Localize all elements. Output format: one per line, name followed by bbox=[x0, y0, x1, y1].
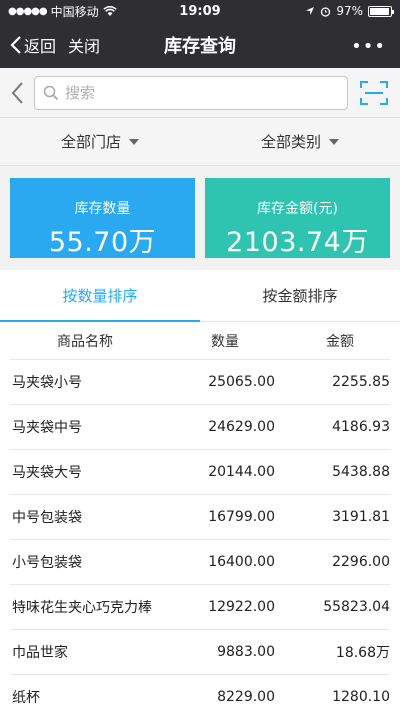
battery-percent: 97% bbox=[336, 4, 363, 18]
table-row[interactable]: 特味花生夹心巧克力棒 12922.00 55823.04 bbox=[10, 585, 390, 630]
product-name: 小号包装袋 bbox=[12, 555, 82, 571]
table-row[interactable]: 马夹袋中号 24629.00 4186.93 bbox=[10, 405, 390, 450]
product-quantity: 8229.00 bbox=[217, 689, 275, 705]
amount-value: 2103.74万 bbox=[226, 227, 369, 258]
table-row[interactable]: 中号包装袋 16799.00 3191.81 bbox=[10, 495, 390, 540]
signal-icon: ●●●●● bbox=[8, 5, 48, 17]
tab-sort-by-amount[interactable]: 按金额排序 bbox=[200, 270, 400, 321]
back-label: 返回 bbox=[24, 37, 57, 56]
product-quantity: 16799.00 bbox=[208, 509, 275, 525]
battery-fill bbox=[370, 7, 390, 15]
product-amount: 4186.93 bbox=[332, 419, 390, 435]
caret-down-icon bbox=[329, 138, 339, 145]
product-amount: 1280.10 bbox=[332, 689, 390, 705]
product-amount: 2255.85 bbox=[332, 374, 390, 390]
store-filter-dropdown[interactable]: 全部门店 bbox=[0, 118, 200, 165]
header-amount: 金额 bbox=[326, 333, 354, 350]
product-name: 纸杯 bbox=[12, 690, 40, 706]
product-name: 巾品世家 bbox=[12, 645, 68, 661]
summary-cards: 库存数量 55.70万 库存金额(元) 2103.74万 bbox=[0, 166, 400, 270]
table-row[interactable]: 马夹袋大号 20144.00 5438.88 bbox=[10, 450, 390, 495]
product-name: 马夹袋小号 bbox=[12, 375, 82, 391]
search-icon bbox=[43, 85, 59, 100]
caret-down-icon bbox=[129, 138, 139, 145]
inventory-table: 商品名称 数量 金额 马夹袋小号 25065.00 2255.85 马夹袋中号 … bbox=[0, 322, 400, 712]
status-bar: ●●●●● 中国移动 19:09 97% bbox=[0, 0, 400, 22]
product-amount: 5438.88 bbox=[332, 464, 390, 480]
battery-icon bbox=[368, 5, 394, 17]
product-quantity: 12922.00 bbox=[208, 599, 275, 615]
table-row[interactable]: 巾品世家 9883.00 18.68万 bbox=[10, 630, 390, 675]
product-quantity: 20144.00 bbox=[208, 464, 275, 480]
close-button[interactable]: 关闭 bbox=[68, 33, 100, 57]
quantity-label: 库存数量 bbox=[74, 201, 131, 217]
product-quantity: 24629.00 bbox=[208, 419, 275, 435]
status-left: ●●●●● 中国移动 bbox=[8, 3, 305, 20]
tab-sort-by-quantity[interactable]: 按数量排序 bbox=[0, 270, 200, 322]
product-name: 特味花生夹心巧克力棒 bbox=[12, 600, 152, 616]
quantity-value: 55.70万 bbox=[48, 227, 157, 258]
table-row[interactable]: 纸杯 8229.00 1280.10 bbox=[10, 675, 390, 712]
table-header: 商品名称 数量 金额 bbox=[10, 322, 390, 360]
chevron-left-icon bbox=[11, 81, 23, 104]
category-filter-label: 全部类别 bbox=[260, 133, 321, 151]
sort-tabs: 按数量排序 按金额排序 bbox=[0, 270, 400, 322]
search-input[interactable] bbox=[65, 83, 325, 102]
header-quantity: 数量 bbox=[211, 333, 239, 350]
product-name: 马夹袋大号 bbox=[12, 465, 82, 481]
location-arrow-icon bbox=[306, 7, 315, 15]
product-amount: 18.68万 bbox=[335, 645, 390, 661]
status-right: 97% bbox=[305, 4, 394, 18]
amount-summary-card: 库存金额(元) 2103.74万 bbox=[205, 178, 390, 258]
alarm-icon bbox=[321, 6, 331, 17]
carrier-label: 中国移动 bbox=[50, 4, 99, 19]
nav-bar: 返回 关闭 库存查询 ••• bbox=[0, 22, 400, 68]
product-name: 中号包装袋 bbox=[12, 510, 82, 526]
filter-row: 全部门店 全部类别 bbox=[0, 118, 400, 166]
product-quantity: 9883.00 bbox=[217, 644, 275, 660]
page-title: 库存查询 bbox=[164, 36, 236, 57]
back-button[interactable]: 返回 bbox=[0, 33, 56, 57]
search-row bbox=[0, 68, 400, 118]
scan-button[interactable] bbox=[348, 80, 400, 105]
table-row[interactable]: 马夹袋小号 25065.00 2255.85 bbox=[10, 360, 390, 405]
amount-label: 库存金额(元) bbox=[257, 201, 338, 217]
more-menu-button[interactable]: ••• bbox=[351, 36, 386, 57]
table-row[interactable]: 小号包装袋 16400.00 2296.00 bbox=[10, 540, 390, 585]
category-filter-dropdown[interactable]: 全部类别 bbox=[200, 118, 400, 165]
search-back-button[interactable] bbox=[0, 81, 34, 105]
quantity-summary-card: 库存数量 55.70万 bbox=[10, 178, 195, 258]
store-filter-label: 全部门店 bbox=[60, 133, 121, 151]
wifi-icon bbox=[102, 5, 117, 16]
product-amount: 55823.04 bbox=[323, 599, 390, 615]
product-amount: 3191.81 bbox=[332, 509, 390, 525]
product-name: 马夹袋中号 bbox=[12, 420, 82, 436]
header-product-name: 商品名称 bbox=[57, 333, 113, 350]
product-quantity: 16400.00 bbox=[208, 554, 275, 570]
product-quantity: 25065.00 bbox=[208, 374, 275, 390]
search-box[interactable] bbox=[34, 75, 348, 110]
product-amount: 2296.00 bbox=[332, 554, 390, 570]
scan-icon bbox=[360, 80, 388, 105]
chevron-left-icon bbox=[10, 36, 21, 54]
